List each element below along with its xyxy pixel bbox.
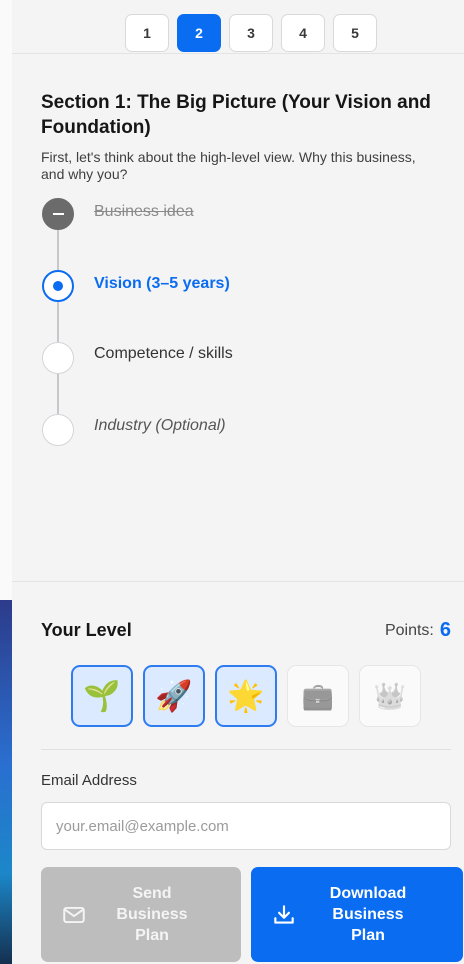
step-pending-icon[interactable] — [42, 414, 74, 446]
briefcase-icon: 💼 — [287, 665, 349, 727]
download-business-plan-button[interactable]: Download Business Plan — [251, 867, 463, 962]
seedling-icon: 🌱 — [71, 665, 133, 727]
star-icon: 🌟 — [215, 665, 277, 727]
points-display: Points: 6 — [385, 619, 451, 642]
download-icon — [274, 904, 294, 924]
step-pending-icon[interactable] — [42, 342, 74, 374]
stepper-connector — [57, 302, 59, 346]
step-competence[interactable]: Competence / skills — [94, 344, 233, 364]
tab-step-2[interactable]: 2 — [177, 14, 221, 52]
points-value: 6 — [439, 619, 451, 641]
level-title: Your Level — [41, 620, 132, 640]
stepper-connector — [57, 374, 59, 418]
business-plan-panel: 1 2 3 4 5 Section 1: The Big Picture (Yo… — [12, 0, 464, 964]
level-badges: 🌱 🚀 🌟 💼 👑 — [71, 665, 421, 727]
section-description: First, let's think about the high-level … — [41, 149, 416, 182]
tab-step-1[interactable]: 1 — [125, 14, 169, 52]
points-label: Points: — [384, 622, 434, 639]
tab-step-4[interactable]: 4 — [281, 14, 325, 52]
step-industry[interactable]: Industry (Optional) — [94, 416, 226, 436]
crown-icon: 👑 — [359, 665, 421, 727]
step-vision[interactable]: Vision (3–5 years) — [94, 274, 230, 294]
step-done-icon[interactable] — [42, 198, 74, 230]
download-button-label: Download Business Plan — [329, 885, 407, 944]
step-current-icon[interactable] — [42, 270, 74, 302]
question-stepper: Business idea Vision (3–5 years) Compete… — [41, 196, 461, 456]
rocket-icon: 🚀 — [143, 665, 205, 727]
email-field[interactable] — [41, 802, 451, 850]
send-business-plan-button[interactable]: Send Business Plan — [41, 867, 241, 962]
email-label: Email Address — [41, 772, 137, 789]
step-business-idea[interactable]: Business idea — [94, 202, 194, 222]
section-title: Section 1: The Big Picture (Your Vision … — [41, 92, 431, 138]
stepper-connector — [57, 228, 59, 272]
tab-step-5[interactable]: 5 — [333, 14, 377, 52]
step-tabs: 1 2 3 4 5 — [125, 14, 377, 52]
envelope-icon — [63, 906, 85, 923]
background-strip — [0, 0, 12, 964]
section-divider — [12, 581, 464, 582]
tab-step-3[interactable]: 3 — [229, 14, 273, 52]
level-divider — [41, 749, 451, 750]
background-wallpaper — [0, 600, 12, 964]
tabs-divider — [12, 53, 464, 54]
send-button-label: Send Business Plan — [116, 885, 188, 944]
